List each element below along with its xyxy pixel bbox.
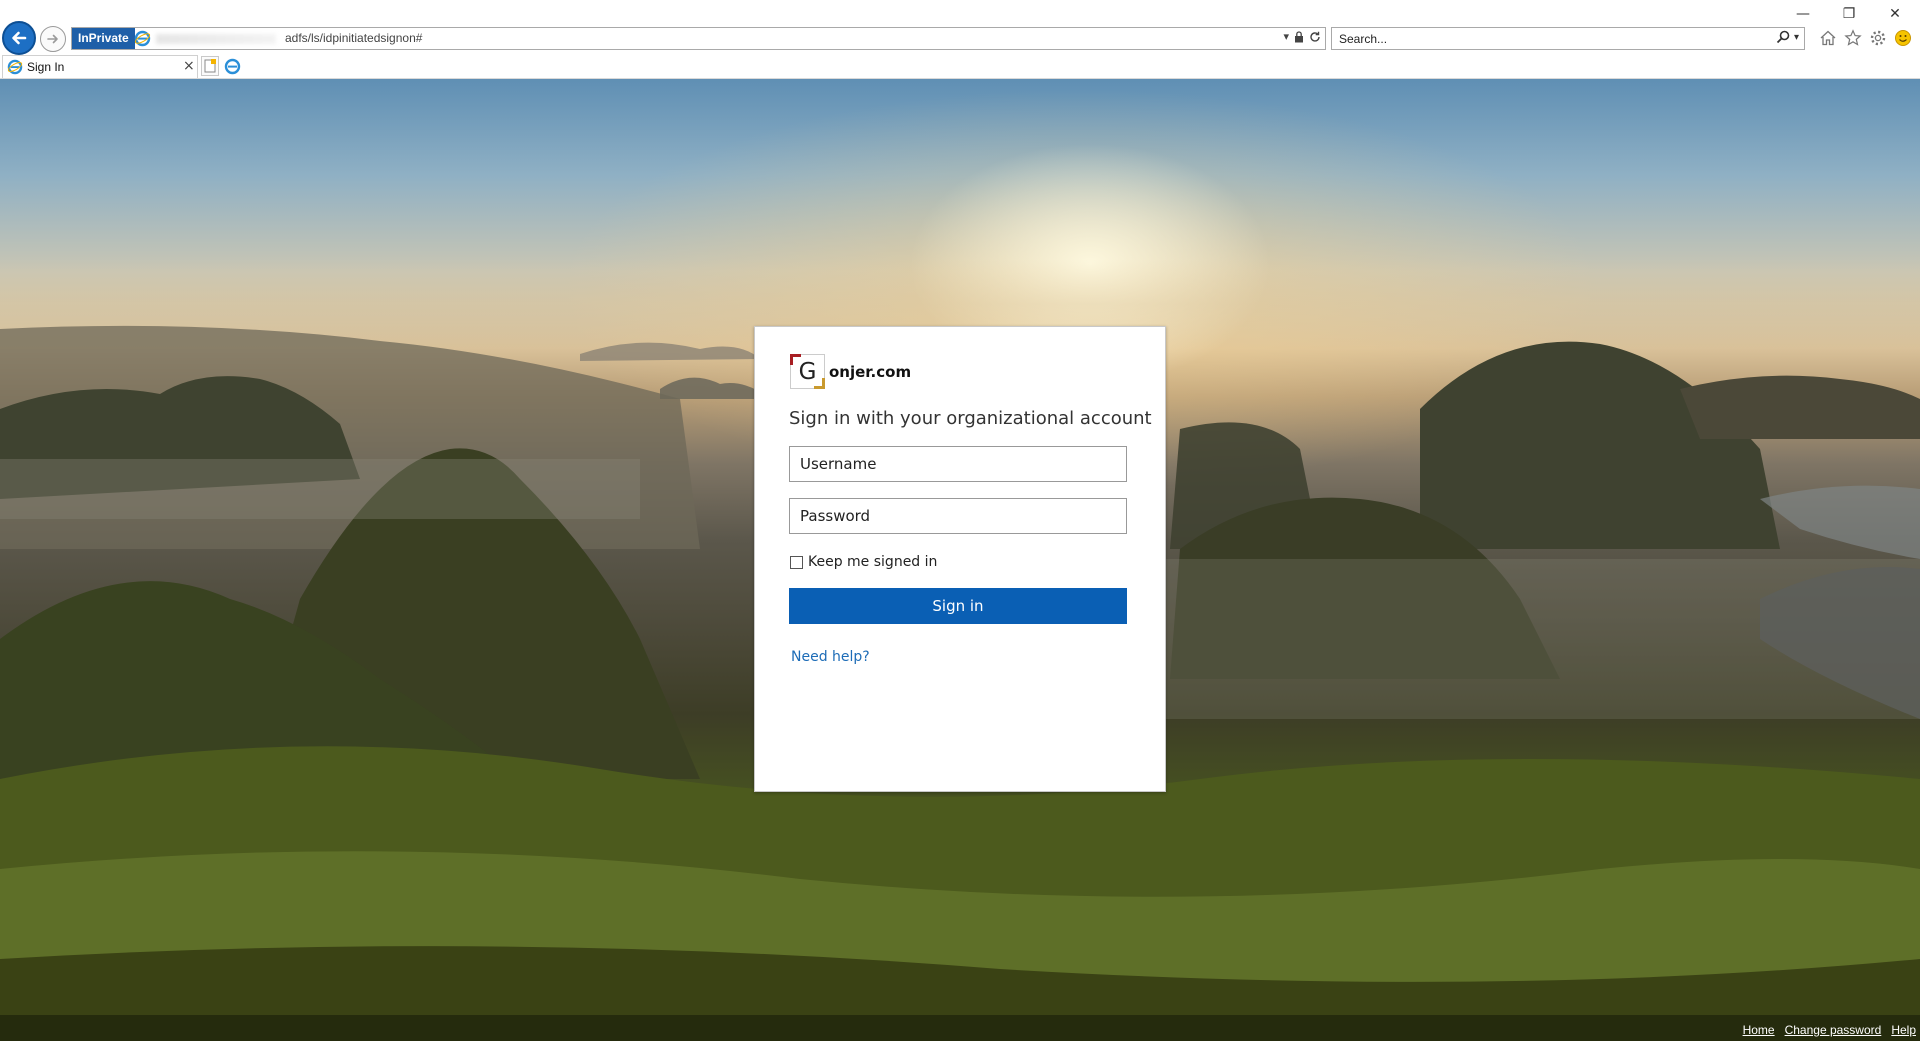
tab-sign-in[interactable]: Sign In × xyxy=(2,55,198,78)
lock-icon[interactable] xyxy=(1294,30,1304,43)
search-box[interactable]: ▾ xyxy=(1331,27,1805,50)
restore-button[interactable]: ❐ xyxy=(1826,2,1872,26)
ie-page-icon xyxy=(134,30,151,47)
ie-new-tab-icon[interactable] xyxy=(222,56,242,76)
keep-signed-in-checkbox[interactable] xyxy=(790,555,803,569)
page-footer: Home Change password Help xyxy=(0,1015,1920,1041)
ie-tab-icon xyxy=(7,59,23,75)
keep-signed-in-option[interactable]: Keep me signed in xyxy=(790,554,937,570)
forward-button[interactable] xyxy=(40,26,66,52)
browser-toolbar xyxy=(1818,28,1913,48)
logo-letter: G xyxy=(798,358,817,385)
close-tab-icon[interactable]: × xyxy=(183,58,195,74)
search-tools: ▾ xyxy=(1776,30,1799,44)
close-window-button[interactable]: ✕ xyxy=(1872,2,1918,26)
back-arrow-icon xyxy=(12,31,27,45)
gear-icon[interactable] xyxy=(1868,28,1888,48)
footer-link-change-password[interactable]: Change password xyxy=(1785,1023,1882,1037)
address-bar[interactable]: InPrivate adfs/ls/idpinitiatedsignon# ▾ xyxy=(71,27,1326,50)
star-icon[interactable] xyxy=(1843,28,1863,48)
signin-card: G onjer.com Sign in with your organizati… xyxy=(754,326,1166,792)
footer-links: Home Change password Help xyxy=(1743,1023,1916,1037)
address-bar-tools: ▾ xyxy=(1283,30,1321,43)
search-dropdown-icon[interactable]: ▾ xyxy=(1794,32,1799,43)
new-tab-button[interactable] xyxy=(201,56,219,76)
sign-in-button[interactable]: Sign in xyxy=(789,588,1127,624)
back-button[interactable] xyxy=(2,21,36,55)
home-icon[interactable] xyxy=(1818,28,1838,48)
new-tab-icon xyxy=(204,59,216,73)
magnifier-icon[interactable] xyxy=(1776,30,1790,44)
logo-mark: G xyxy=(790,354,825,389)
footer-link-home[interactable]: Home xyxy=(1743,1023,1775,1037)
browser-chrome: — ❐ ✕ InPrivate adfs/ls/idpinitiatedsign… xyxy=(0,0,1920,79)
forward-arrow-icon xyxy=(47,34,58,44)
refresh-icon[interactable] xyxy=(1309,31,1321,43)
search-input[interactable] xyxy=(1332,28,1752,49)
dropdown-arrow-icon[interactable]: ▾ xyxy=(1283,30,1289,43)
username-field[interactable] xyxy=(789,446,1127,482)
password-field[interactable] xyxy=(789,498,1127,534)
url-text[interactable]: adfs/ls/idpinitiatedsignon# xyxy=(285,31,422,45)
company-logo: G onjer.com xyxy=(790,354,911,389)
tab-label: Sign In xyxy=(27,60,65,74)
logo-text: onjer.com xyxy=(829,362,912,381)
minimize-button[interactable]: — xyxy=(1780,2,1826,26)
inprivate-badge: InPrivate xyxy=(72,28,135,49)
need-help-link[interactable]: Need help? xyxy=(791,649,870,665)
keep-signed-in-label[interactable]: Keep me signed in xyxy=(808,554,937,570)
redacted-hostname xyxy=(156,34,276,44)
footer-link-help[interactable]: Help xyxy=(1891,1023,1916,1037)
smiley-icon[interactable] xyxy=(1893,28,1913,48)
signin-title: Sign in with your organizational account xyxy=(789,408,1152,429)
